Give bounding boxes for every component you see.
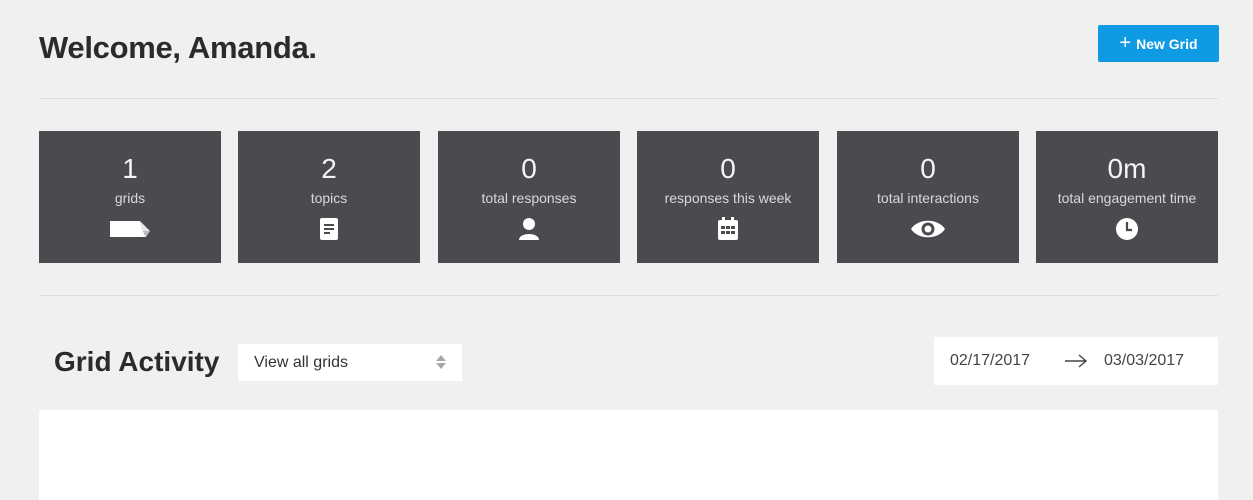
stat-label: total interactions	[877, 190, 979, 206]
stat-label: total responses	[481, 190, 577, 206]
section-title: Grid Activity	[54, 346, 220, 377]
stats-row: 1 grids 2 topics 0 total responses 0 res…	[39, 131, 1218, 264]
new-grid-button[interactable]: + New Grid	[1098, 25, 1219, 62]
sort-arrows-icon	[435, 354, 447, 375]
stat-tile-responses-this-week[interactable]: 0 responses this week	[637, 131, 819, 263]
page-title: Welcome, Amanda.	[39, 30, 317, 65]
arrow-right-icon	[1064, 353, 1088, 374]
stat-label: topics	[310, 190, 348, 206]
grid-icon	[39, 216, 221, 242]
stat-label: responses this week	[664, 190, 792, 206]
stats-divider	[39, 295, 1218, 296]
grid-filter-select[interactable]: View all grids	[238, 344, 462, 381]
new-grid-label: New Grid	[1136, 35, 1198, 52]
stat-tile-topics[interactable]: 2 topics	[238, 131, 420, 263]
stat-label: total engagement time	[1057, 190, 1197, 206]
user-icon	[438, 216, 620, 242]
grid-filter-value: View all grids	[254, 353, 348, 371]
stat-value: 0	[720, 153, 736, 184]
stat-label: grids	[114, 190, 146, 206]
start-date[interactable]: 02/17/2017	[950, 352, 1030, 370]
eye-icon	[837, 216, 1019, 242]
clock-icon	[1036, 216, 1218, 242]
header-divider	[39, 98, 1218, 99]
stat-value: 0	[920, 153, 936, 184]
activity-chart-panel	[39, 410, 1218, 500]
stat-value: 0m	[1107, 153, 1147, 184]
date-range-picker[interactable]: 02/17/2017 03/03/2017	[934, 337, 1218, 385]
plus-icon: +	[1119, 31, 1132, 54]
stat-value: 2	[321, 153, 337, 184]
stat-value: 1	[122, 153, 138, 184]
stat-tile-total-responses[interactable]: 0 total responses	[438, 131, 620, 263]
stat-value: 0	[521, 153, 537, 184]
stat-tile-grids[interactable]: 1 grids	[39, 131, 221, 263]
stat-tile-total-engagement-time[interactable]: 0m total engagement time	[1036, 131, 1218, 263]
end-date[interactable]: 03/03/2017	[1104, 352, 1184, 370]
stat-tile-total-interactions[interactable]: 0 total interactions	[837, 131, 1019, 263]
document-icon	[238, 216, 420, 242]
calendar-icon	[637, 216, 819, 242]
